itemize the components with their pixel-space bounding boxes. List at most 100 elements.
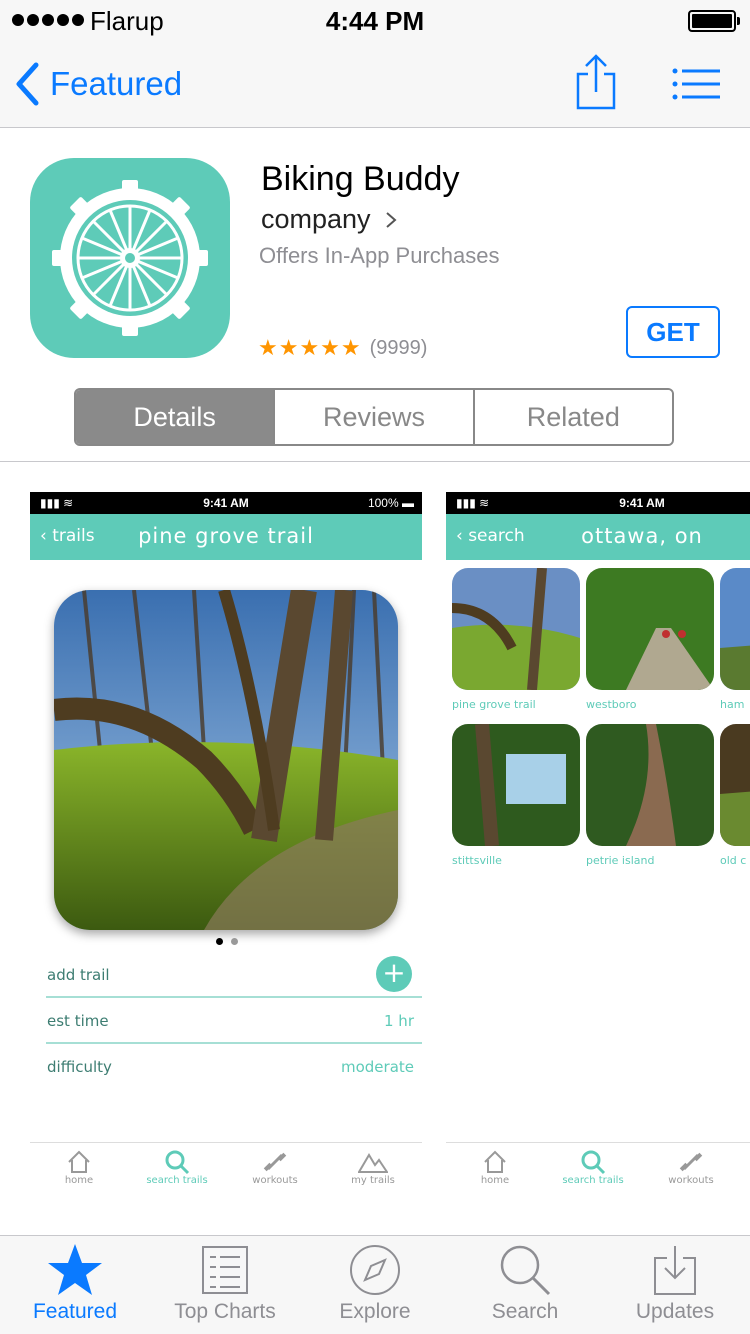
rating-count: (9999) [369, 336, 428, 359]
place-name: old c [720, 854, 747, 867]
screenshot-tab-bar: home search trails workouts my trails [30, 1142, 422, 1206]
tab-updates[interactable]: Updates [600, 1236, 750, 1334]
place-photo [452, 568, 580, 690]
detail-row-add-trail: add trail + [46, 952, 422, 998]
screenshot-title: ottawa, on [581, 524, 703, 548]
screenshot-2[interactable]: ▮▮▮ ≋ 9:41 AM ‹ search ottawa, on pine g… [446, 492, 750, 1206]
tab-top-charts[interactable]: Top Charts [150, 1236, 300, 1334]
place-name: ham [720, 698, 745, 711]
tab-label: Explore [339, 1300, 411, 1323]
row-label: est time [47, 1012, 109, 1030]
screenshot-tab-home: home [30, 1143, 128, 1206]
place-photo [586, 568, 714, 690]
screenshot-tab-bar: home search trails workouts [446, 1142, 750, 1206]
status-time: 4:44 PM [325, 6, 425, 36]
home-icon [484, 1150, 506, 1173]
share-icon[interactable] [574, 54, 618, 110]
tab-label: search trails [562, 1175, 624, 1186]
tab-label: search trails [146, 1175, 208, 1186]
status-bar: Flarup 4:44 PM [0, 0, 750, 40]
screenshot-tab-home: home [446, 1143, 544, 1206]
tab-bar: Featured Top Charts Explore Search Updat… [0, 1235, 750, 1334]
screenshot-time: 9:41 AM [619, 496, 665, 510]
row-value: moderate [340, 1058, 414, 1076]
tab-label: workouts [668, 1175, 714, 1186]
tab-label: my trails [351, 1175, 395, 1186]
screenshot-status-bar: ▮▮▮ ≋ 9:41 AM [446, 492, 750, 514]
page-indicator [216, 938, 238, 945]
place-card: stittsville [452, 724, 580, 867]
screenshot-tab-my-trails [740, 1143, 750, 1206]
tab-search[interactable]: Search [450, 1236, 600, 1334]
screenshot-tab-workouts: workouts [226, 1143, 324, 1206]
place-name: westboro [586, 698, 637, 711]
screenshot-battery: 100% ▬ [367, 496, 414, 510]
navigation-bar: Featured [0, 40, 750, 128]
search-icon [500, 1245, 551, 1296]
tab-label: Updates [635, 1300, 715, 1323]
row-value: 1 hr [384, 1012, 414, 1030]
tab-label: home [480, 1175, 510, 1186]
row-label: add trail [47, 966, 110, 984]
top-charts-icon [202, 1246, 248, 1294]
place-name: petrie island [586, 854, 655, 867]
place-card: pine grove trail [452, 568, 580, 711]
dumbbell-icon [679, 1152, 703, 1172]
screenshot-status-bar: ▮▮▮ ≋ 9:41 AM 100% ▬ [30, 492, 422, 514]
mountain-icon [358, 1153, 388, 1173]
tab-label: home [64, 1175, 94, 1186]
app-name: Biking Buddy [261, 160, 460, 198]
app-icon [30, 158, 230, 358]
search-icon [165, 1150, 190, 1175]
tab-label: Search [491, 1300, 559, 1323]
place-name: stittsville [452, 854, 502, 867]
chevron-left-icon [16, 62, 39, 106]
screenshot-tab-search: search trails [128, 1143, 226, 1206]
tab-label: workouts [252, 1175, 298, 1186]
developer-link[interactable]: company [261, 204, 397, 235]
bike-wheel-icon [52, 180, 208, 336]
developer-name: company [261, 204, 371, 234]
back-button-label: Featured [50, 65, 183, 102]
screenshot-1[interactable]: ▮▮▮ ≋ 9:41 AM 100% ▬ ‹ trails pine grove… [30, 492, 422, 1206]
place-photo [586, 724, 714, 846]
trail-photo [54, 590, 398, 930]
place-card: westboro [586, 568, 714, 711]
back-button[interactable]: Featured [14, 62, 182, 106]
home-icon [68, 1150, 90, 1173]
star-icon [48, 1244, 102, 1295]
place-card: old c [720, 724, 750, 867]
screenshot-nav: ‹ trails pine grove trail [30, 514, 422, 560]
place-photo [720, 568, 750, 690]
tab-label: Top Charts [174, 1300, 276, 1323]
compass-icon [350, 1245, 400, 1295]
updates-icon [654, 1246, 696, 1295]
segmented-control: Details Reviews Related [74, 388, 674, 446]
segment-related[interactable]: Related [474, 390, 672, 444]
plus-icon: + [376, 956, 412, 992]
screenshot-tab-workouts: workouts [642, 1143, 740, 1206]
screenshot-tab-my-trails: my trails [324, 1143, 422, 1206]
screenshot-title: pine grove trail [138, 524, 314, 548]
search-icon [581, 1150, 606, 1175]
detail-row-est-time: est time 1 hr [46, 998, 422, 1044]
list-icon[interactable] [672, 68, 720, 100]
row-label: difficulty [47, 1058, 112, 1076]
dumbbell-icon [263, 1152, 287, 1172]
place-name: pine grove trail [452, 698, 536, 711]
screenshot-nav: ‹ search ottawa, on [446, 514, 750, 560]
segment-details[interactable]: Details [76, 390, 276, 444]
tab-explore[interactable]: Explore [300, 1236, 450, 1334]
in-app-purchases-label: Offers In-App Purchases [259, 243, 500, 268]
battery-icon [688, 10, 740, 32]
place-photo [452, 724, 580, 846]
screenshot-tab-search: search trails [544, 1143, 642, 1206]
get-button[interactable]: GET [626, 306, 720, 358]
tab-featured[interactable]: Featured [0, 1236, 150, 1334]
segment-reviews[interactable]: Reviews [275, 390, 475, 444]
place-card: petrie island [586, 724, 714, 867]
chevron-right-icon [385, 211, 397, 228]
place-photo [720, 724, 750, 846]
star-rating-icon: ★★★★★ [258, 335, 362, 360]
divider [0, 461, 750, 462]
